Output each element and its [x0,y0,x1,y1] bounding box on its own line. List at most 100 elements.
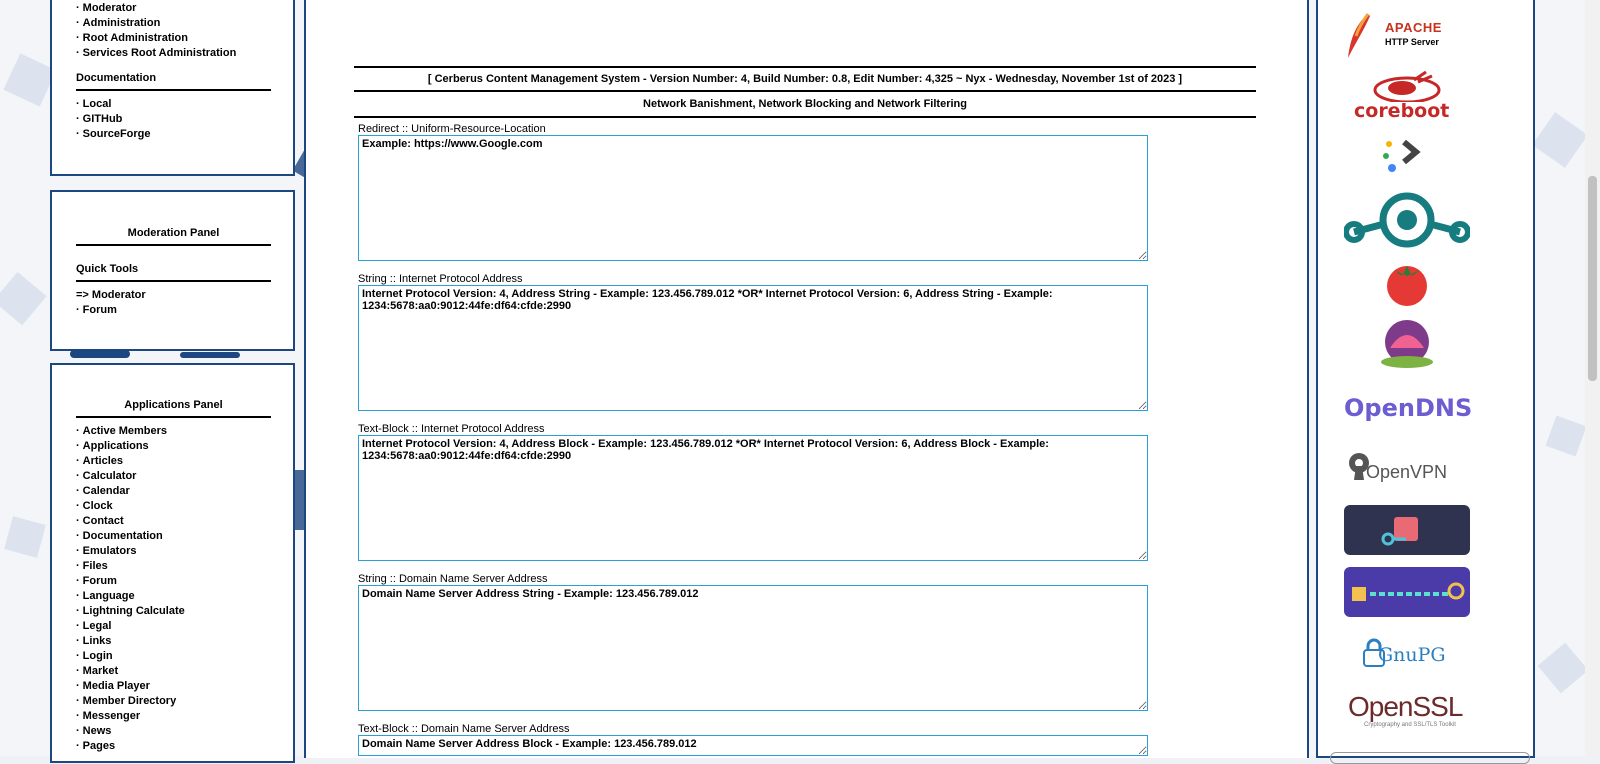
dns-string-field[interactable] [358,585,1148,711]
quick-tool-forum[interactable]: · Forum [76,303,271,318]
quick-tool-moderator[interactable]: => Moderator [76,288,271,303]
coreboot-title: coreboot [1354,100,1450,122]
link-label: GITHub [82,113,123,125]
bullet: · [76,500,80,512]
bullet: · [76,710,80,722]
divider [354,90,1256,92]
link-label: News [82,725,112,737]
bullet: · [76,545,80,557]
sidebar-link-language[interactable]: · Language [76,589,271,604]
sidebar-link-calculator[interactable]: · Calculator [76,469,271,484]
redirect-url-field[interactable] [358,135,1148,261]
sidebar-link-clock[interactable]: · Clock [76,499,271,514]
sidebar-link-active-members[interactable]: · Active Members [76,424,271,439]
bullet: · [76,128,80,140]
bullet: · [76,590,80,602]
sidebar-link-documentation[interactable]: · Documentation [76,529,271,544]
opendns-logo[interactable]: OpenDNS [1344,388,1472,428]
security-app-logo[interactable] [1344,505,1470,555]
link-label: Active Members [82,425,168,437]
link-label: Lightning Calculate [82,605,185,617]
bullet: · [76,17,80,29]
lineageos-logo[interactable] [1344,192,1470,248]
chevron-dots-logo[interactable] [1344,134,1470,180]
link-label: SourceForge [82,128,151,140]
sidebar-link-local[interactable]: · Local [76,97,271,112]
vertical-scrollbar[interactable] [1585,0,1600,756]
sidebar-link-calendar[interactable]: · Calendar [76,484,271,499]
bullet: · [76,740,80,752]
openvpn-logo[interactable]: OpenVPN [1344,450,1470,490]
sidebar-link-messenger[interactable]: · Messenger [76,709,271,724]
moderation-panel-title: Moderation Panel [76,226,271,246]
gnupg-title: GnuPG [1378,644,1446,666]
sidebar-link-login[interactable]: · Login [76,649,271,664]
lotus-logo[interactable] [1344,318,1470,372]
bullet: · [76,680,80,692]
sidebar-link-files[interactable]: · Files [76,559,271,574]
dns-block-field[interactable] [358,735,1148,756]
link-label: Emulators [82,545,137,557]
sidebar-link-sourceforge[interactable]: · SourceForge [76,127,271,142]
version-banner: [ Cerberus Content Management System - V… [427,73,1183,85]
link-label: Member Directory [82,695,177,707]
coreboot-logo[interactable]: coreboot [1344,70,1470,122]
link-label: Moderator [82,2,137,14]
link-label: Language [82,590,135,602]
sidebar-link-administration[interactable]: · Administration [76,16,271,31]
navigation-panel: · Moderator · Administration · Root Adminis… [50,0,295,176]
sidebar-link-contact[interactable]: · Contact [76,514,271,529]
sidebar-link-news[interactable]: · News [76,724,271,739]
bullet: · [76,98,80,110]
encryption-key-logo[interactable] [1344,567,1470,617]
ip-block-field[interactable] [358,435,1148,561]
link-label: Messenger [82,710,141,722]
bullet: · [76,725,80,737]
documentation-title: Documentation [76,71,271,91]
sidebar-link-member-directory[interactable]: · Member Directory [76,694,271,709]
link-label: Pages [82,740,116,752]
sidebar-link-market[interactable]: · Market [76,664,271,679]
sponsor-logos-panel: APACHE HTTP Server coreboot OpenDNS Open… [1316,0,1535,764]
sidebar-link-applications[interactable]: · Applications [76,439,271,454]
sidebar-link-articles[interactable]: · Articles [76,454,271,469]
bullet: · [76,470,80,482]
sidebar-link-github[interactable]: · GITHub [76,112,271,127]
sidebar-link-root-administration[interactable]: · Root Administration [76,31,271,46]
sidebar-link-emulators[interactable]: · Emulators [76,544,271,559]
sidebar-link-media-player[interactable]: · Media Player [76,679,271,694]
sidebar-link-pages[interactable]: · Pages [76,739,271,754]
bullet: · [76,620,80,632]
link-label: Clock [82,500,113,512]
link-label: Forum [82,575,117,587]
applications-panel: Applications Panel · Active Members · Appli… [50,363,295,763]
bullet: · [76,695,80,707]
link-label: Local [82,98,112,110]
gnupg-logo[interactable]: GnuPG [1344,634,1470,674]
apache-logo[interactable]: APACHE HTTP Server [1344,12,1470,60]
sidebar-link-moderator[interactable]: · Moderator [76,1,271,16]
section-title: Network Banishment, Network Blocking and… [643,98,967,110]
link-label: Contact [82,515,124,527]
tomato-logo[interactable] [1344,258,1470,306]
applications-panel-title: Applications Panel [76,398,271,418]
openssl-logo[interactable]: OpenSSL Cryptography and SSL/TLS Toolkit [1344,692,1470,736]
link-label: Administration [82,17,161,29]
link-label: Media Player [82,680,150,692]
divider [354,116,1256,118]
divider [354,66,1256,68]
link-label: Root Administration [82,32,188,44]
link-label: Forum [82,304,117,316]
next-logo-frame [1330,752,1530,764]
bullet: · [76,560,80,572]
sidebar-link-forum[interactable]: · Forum [76,574,271,589]
scrollbar-thumb[interactable] [1588,176,1597,381]
sidebar-link-services-root-administration[interactable]: · Services Root Administration [76,46,271,61]
sidebar-link-legal[interactable]: · Legal [76,619,271,634]
link-label: Market [82,665,119,677]
link-label: Applications [82,440,149,452]
ip-string-field[interactable] [358,285,1148,411]
sidebar-link-links[interactable]: · Links [76,634,271,649]
quick-tools-title: Quick Tools [76,262,271,282]
sidebar-link-lightning-calculate[interactable]: · Lightning Calculate [76,604,271,619]
